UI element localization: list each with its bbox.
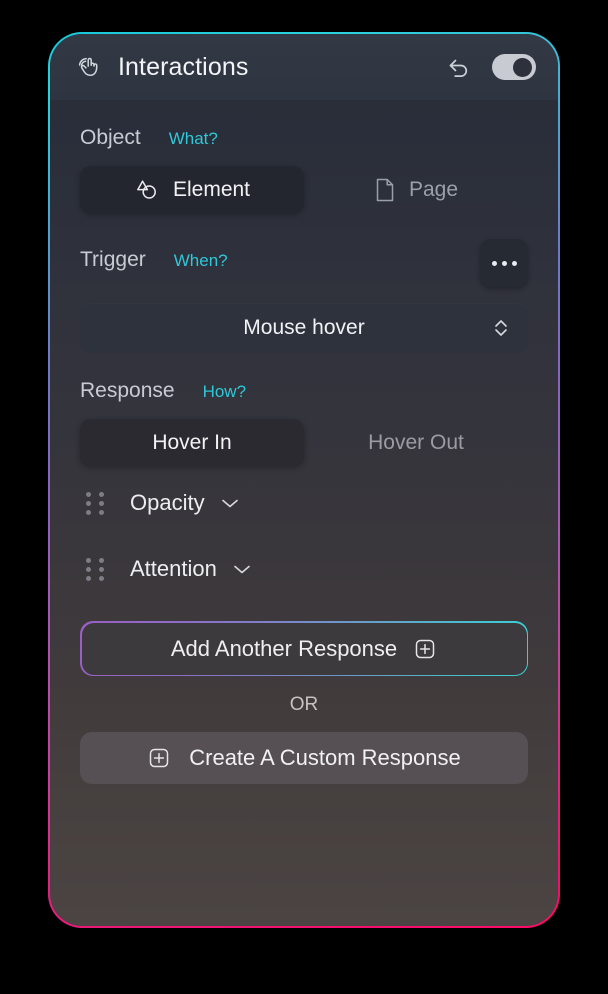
panel-header: Interactions [50,34,558,100]
object-option-element[interactable]: Element [80,166,304,213]
interactions-panel: Interactions Object What? Element Page T… [50,34,558,926]
trigger-label: Trigger [80,247,146,271]
panel-body: Object What? Element Page Trigger When? … [50,100,558,926]
object-hint: What? [168,129,218,148]
page-title: Interactions [118,52,249,81]
add-another-response-label: Add Another Response [170,635,398,661]
trigger-select-value: Mouse hover [243,316,365,339]
create-custom-response-label: Create A Custom Response [189,745,461,770]
trigger-hint: When? [173,250,228,270]
chevron-down-icon[interactable] [231,562,253,576]
response-item-opacity[interactable]: Opacity [80,481,528,525]
chevron-updown-icon [492,316,510,340]
object-option-element-label: Element [172,177,251,201]
response-hint: How? [202,382,247,401]
trigger-select[interactable]: Mouse hover [80,303,528,353]
response-item-attention[interactable]: Attention [80,547,528,591]
undo-arrow-icon [449,59,468,77]
create-custom-response-button[interactable]: Create A Custom Response [80,732,528,784]
ellipsis-dot [501,260,507,266]
plus-box-icon [147,746,171,770]
response-mode-segmented-control: Hover In Hover Out [80,419,528,466]
toggle-knob [513,57,532,77]
response-mode-hover-in[interactable]: Hover In [80,419,304,466]
drag-handle-icon[interactable] [86,491,108,515]
response-section-header: Response How? [80,379,528,403]
ellipsis-dot [491,260,497,266]
document-icon [374,177,396,203]
undo-button[interactable] [442,50,476,84]
plus-box-icon [413,637,437,661]
chevron-down-icon[interactable] [219,496,241,510]
response-item-opacity-label: Opacity [130,490,205,515]
interactions-toggle[interactable] [492,54,536,80]
trigger-more-options-button[interactable] [480,239,528,287]
object-label: Object [80,126,141,149]
interactions-panel-border: Interactions Object What? Element Page T… [48,32,560,928]
ellipsis-dot [511,260,517,266]
hand-pointer-icon [74,52,104,82]
object-option-page-label: Page [408,177,459,201]
response-mode-hover-out[interactable]: Hover Out [304,419,528,466]
object-option-page[interactable]: Page [304,166,528,213]
object-type-segmented-control: Element Page [80,166,528,213]
object-section-header: Object What? [80,126,528,150]
drag-handle-icon[interactable] [86,557,108,581]
response-label: Response [80,379,175,402]
or-divider-text: OR [289,694,319,715]
response-item-attention-label: Attention [130,556,217,581]
trigger-section-header: Trigger When? [80,239,528,287]
add-another-response-border: Add Another Response [80,621,528,676]
shapes-icon [134,178,160,202]
add-another-response-button[interactable]: Add Another Response [81,622,527,675]
